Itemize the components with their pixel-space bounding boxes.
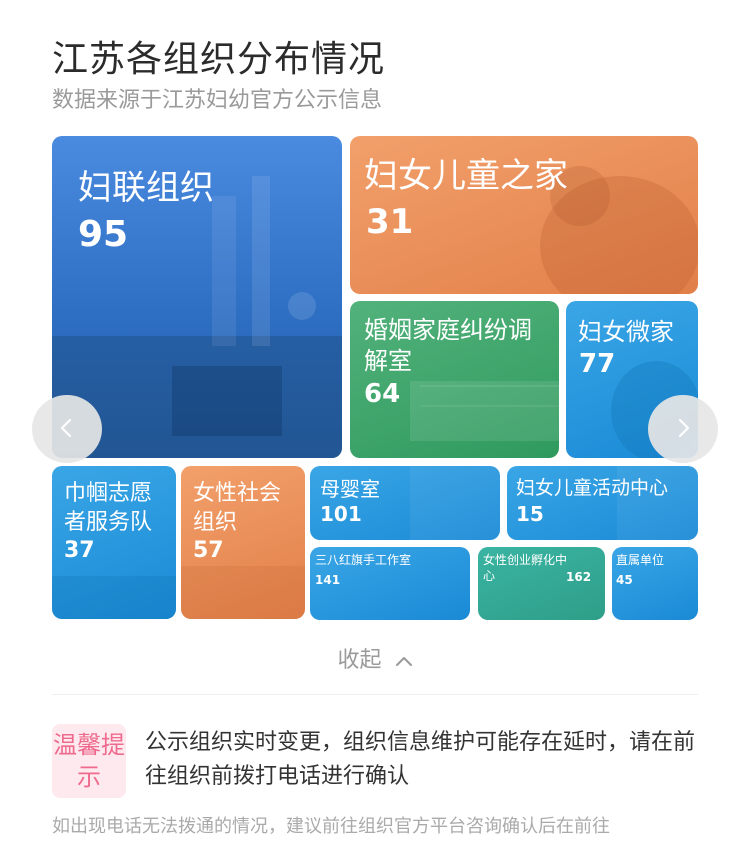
carousel-next-button[interactable] [648,395,718,463]
tile-count: 162 [566,570,592,584]
tile-women-children-home[interactable]: 妇女儿童之家 31 [350,136,698,294]
section-divider [52,694,698,695]
collapse-label: 收起 [337,648,382,673]
tile-volunteer-team[interactable]: 巾帼志愿者服务队 37 [52,466,176,619]
tile-women-social-org[interactable]: 女性社会组织 57 [181,466,305,619]
tip-text: 公示组织实时变更，组织信息维护可能存在延时，请在前往组织前拨打电话进行确认 [145,730,696,789]
tile-marriage-mediation[interactable]: 婚姻家庭纠纷调解室 64 [350,301,559,458]
tile-count: 15 [516,502,544,526]
tile-label: 妇女儿童之家 [364,156,568,196]
page-title: 江苏各组织分布情况 [52,39,386,80]
tile-count: 141 [315,573,341,587]
tile-affiliated-units[interactable]: 直属单位 45 [612,547,698,620]
tile-mother-baby-room[interactable]: 母婴室 101 [310,466,500,540]
tile-startup-incubator[interactable]: 女性创业孵化中心 162 [478,547,605,620]
tile-count: 101 [320,502,362,526]
tile-label: 妇联组织 [78,168,214,208]
tile-label: 巾帼志愿者服务队 [64,481,153,535]
tile-count: 45 [616,573,633,587]
tile-red-banner-studio[interactable]: 三八红旗手工作室 141 [310,547,470,620]
tile-label: 妇女儿童活动中心 [516,477,669,499]
tile-label: 妇女微家 [578,318,674,346]
tile-activity-center[interactable]: 妇女儿童活动中心 15 [507,466,698,540]
tip-badge: 温馨提示 [52,724,126,798]
tile-count: 57 [193,538,224,563]
chevron-up-icon [395,657,412,666]
tile-count: 95 [78,214,129,255]
footer-note: 如出现电话无法拨通的情况，建议前往组织官方平台咨询确认后在前往 [52,816,610,837]
chevron-left-icon [60,418,72,438]
tile-count: 31 [366,202,414,242]
tile-count: 77 [579,349,616,379]
chevron-right-icon [678,418,690,438]
tile-count: 37 [64,538,95,563]
tile-label: 三八红旗手工作室 [315,553,412,567]
carousel-prev-button[interactable] [32,395,102,463]
collapse-button[interactable]: 收起 [0,642,750,674]
tile-label: 女性创业孵化中心 [483,553,568,583]
tile-label: 婚姻家庭纠纷调解室 [364,316,532,376]
tile-count: 64 [364,379,401,409]
page-subtitle: 数据来源于江苏妇幼官方公示信息 [52,88,383,113]
tile-label: 母婴室 [320,477,380,501]
tile-label: 直属单位 [616,553,665,567]
tile-label: 女性社会组织 [193,481,282,535]
